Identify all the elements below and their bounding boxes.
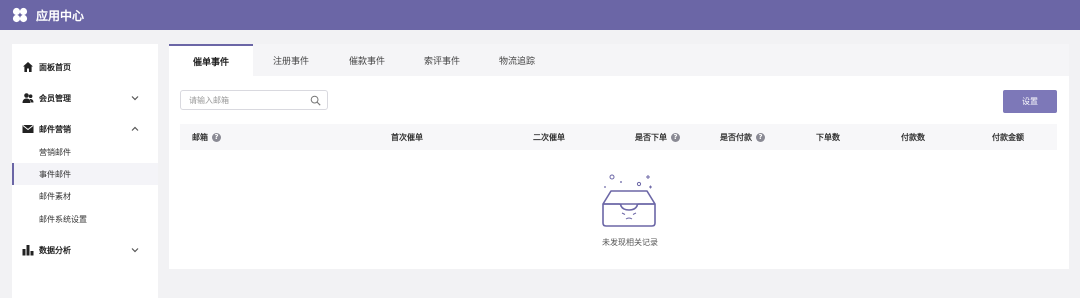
- email-search-input[interactable]: [189, 94, 307, 106]
- help-icon[interactable]: ?: [671, 132, 680, 142]
- sidebar-subitem-event-email[interactable]: 事件邮件: [12, 163, 158, 185]
- sidebar-subitem-label: 邮件系统设置: [39, 214, 87, 224]
- sidebar-subitem-email-settings[interactable]: 邮件系统设置: [12, 208, 158, 230]
- empty-state-message: 未发现相关记录: [602, 238, 658, 247]
- column-label: 是否付款: [720, 132, 752, 142]
- column-header-order-count[interactable]: 下单数: [816, 124, 840, 150]
- help-icon[interactable]: ?: [756, 132, 765, 142]
- column-label: 付款数: [901, 132, 925, 142]
- column-label: 付款金额: [992, 132, 1024, 142]
- app-title: 应用中心: [36, 8, 85, 23]
- members-icon: [22, 93, 34, 103]
- sidebar-item-label: 邮件营销: [39, 124, 71, 134]
- sidebar-item-email-marketing[interactable]: 邮件营销: [12, 118, 158, 140]
- table-header: 邮箱? 首次催单 二次催单 是否下单? 是否付款? 下单数 付款数 付款金额: [180, 124, 1057, 150]
- help-icon[interactable]: ?: [212, 132, 221, 142]
- sidebar-item-label: 数据分析: [39, 245, 71, 255]
- sidebar-subitem-label: 营销邮件: [39, 147, 71, 157]
- column-label: 下单数: [816, 132, 840, 142]
- settings-button[interactable]: 设置: [1003, 90, 1057, 113]
- sidebar-subitem-label: 事件邮件: [39, 169, 71, 179]
- column-label: 首次催单: [391, 132, 423, 142]
- column-header-email[interactable]: 邮箱?: [192, 124, 221, 150]
- bar-chart-icon: [22, 245, 34, 256]
- sidebar-item-analytics[interactable]: 数据分析: [12, 239, 158, 261]
- sidebar-item-dashboard[interactable]: 面板首页: [12, 56, 158, 78]
- search-icon[interactable]: [310, 95, 321, 106]
- event-tabs: 催单事件 注册事件 催款事件 索评事件 物流追踪: [169, 44, 1069, 76]
- column-header-payment-amount[interactable]: 付款金额: [992, 124, 1024, 150]
- tab-reminder-events[interactable]: 催单事件: [169, 44, 253, 76]
- chevron-up-icon: [131, 126, 139, 131]
- empty-state: 未发现相关记录: [169, 172, 1069, 252]
- tab-payment-events[interactable]: 催款事件: [329, 44, 405, 76]
- column-header-ordered[interactable]: 是否下单?: [635, 124, 680, 150]
- column-header-paid[interactable]: 是否付款?: [720, 124, 765, 150]
- tab-logistics-tracking[interactable]: 物流追踪: [479, 44, 555, 76]
- clover-logo-icon: [12, 7, 28, 23]
- app-header: 应用中心: [0, 0, 1080, 30]
- sidebar: 面板首页 会员管理 邮件营销 营销邮件 事件邮件 邮件素材 邮件系统设置 数据分…: [12, 44, 158, 298]
- sidebar-subitem-label: 邮件素材: [39, 191, 71, 201]
- tab-registration-events[interactable]: 注册事件: [253, 44, 329, 76]
- mail-icon: [22, 125, 34, 133]
- column-header-second-reminder[interactable]: 二次催单: [533, 124, 565, 150]
- column-label: 邮箱: [192, 132, 208, 142]
- column-header-payment-count[interactable]: 付款数: [901, 124, 925, 150]
- sidebar-item-label: 面板首页: [39, 62, 71, 72]
- sidebar-item-label: 会员管理: [39, 93, 71, 103]
- column-header-first-reminder[interactable]: 首次催单: [391, 124, 423, 150]
- empty-inbox-icon: [602, 174, 656, 227]
- sidebar-item-members[interactable]: 会员管理: [12, 87, 158, 109]
- chevron-down-icon: [131, 248, 139, 253]
- sidebar-subitem-marketing-email[interactable]: 营销邮件: [12, 141, 158, 163]
- column-label: 是否下单: [635, 132, 667, 142]
- column-label: 二次催单: [533, 132, 565, 142]
- tab-review-events[interactable]: 索评事件: [405, 44, 479, 76]
- home-icon: [23, 62, 33, 72]
- email-search-box: [180, 90, 328, 110]
- main-panel: 催单事件 注册事件 催款事件 索评事件 物流追踪 设置 邮箱? 首次催单 二次催…: [169, 44, 1069, 269]
- sidebar-subitem-email-assets[interactable]: 邮件素材: [12, 185, 158, 207]
- chevron-down-icon: [131, 96, 139, 101]
